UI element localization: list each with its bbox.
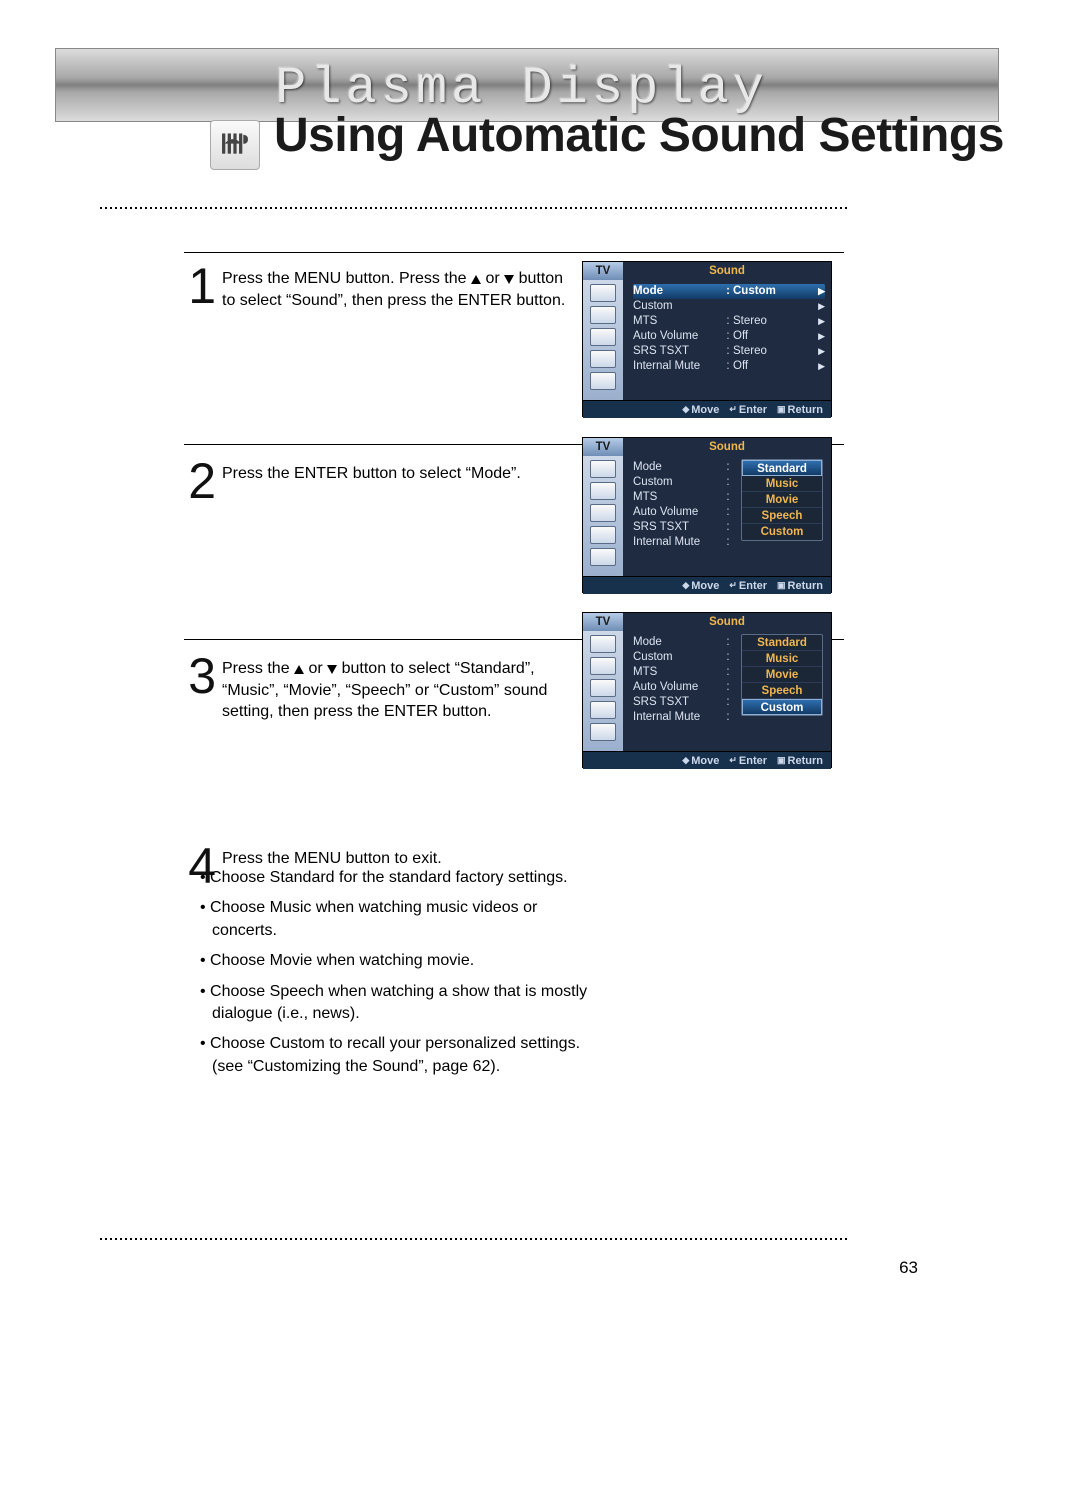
osd-rows: Mode:Custom:MTS:Auto Volume:SRS TSXT:Int… <box>623 456 831 576</box>
section-rule <box>184 252 844 253</box>
note-item: • Choose Music when watching music video… <box>200 897 600 942</box>
sidebar-icon <box>590 460 616 478</box>
step-text: Press the MENU button. Press the or butt… <box>216 264 566 311</box>
osd-navbar: ◆Move ↵Enter ▣Return <box>583 576 831 594</box>
osd-sidebar <box>583 631 623 751</box>
page-number: 63 <box>899 1258 918 1278</box>
step-text: Press the or button to select “Standard”… <box>216 654 566 723</box>
sidebar-icon <box>590 679 616 697</box>
osd-dropdown-option: Speech <box>742 508 822 524</box>
osd-screenshot-1: TV Sound Mode:Custom▶Custom▶MTS:Stereo▶A… <box>582 261 832 417</box>
sidebar-icon <box>590 504 616 522</box>
osd-navbar: ◆Move ↵Enter ▣Return <box>583 751 831 769</box>
page-title: Using Automatic Sound Settings <box>274 108 1004 163</box>
step-number: 3 <box>184 654 216 699</box>
music-note-icon <box>210 120 260 170</box>
step-number: 1 <box>184 264 216 309</box>
sidebar-icon <box>590 328 616 346</box>
note-item: • Choose Custom to recall your personali… <box>200 1033 600 1078</box>
osd-dropdown-option: Movie <box>742 667 822 683</box>
osd-row: Custom▶ <box>633 299 825 314</box>
note-item: • Choose Standard for the standard facto… <box>200 867 600 889</box>
osd-rows: Mode:Custom▶Custom▶MTS:Stereo▶Auto Volum… <box>623 280 831 400</box>
note-item: • Choose Speech when watching a show tha… <box>200 981 600 1026</box>
osd-tv-label: TV <box>583 438 623 456</box>
page: Plasma Display Using Automatic Sound Set… <box>0 0 1080 1494</box>
osd-row: Auto Volume:Off▶ <box>633 329 825 344</box>
osd-rows: Mode:Custom:MTS:Auto Volume:SRS TSXT:Int… <box>623 631 831 751</box>
sidebar-icon <box>590 306 616 324</box>
osd-tv-label: TV <box>583 613 623 631</box>
osd-dropdown-option: Music <box>742 476 822 492</box>
osd-dropdown-option: Movie <box>742 492 822 508</box>
osd-tv-label: TV <box>583 262 623 280</box>
step-number: 2 <box>184 459 216 504</box>
osd-sidebar <box>583 456 623 576</box>
note-item: • Choose Movie when watching movie. <box>200 950 600 972</box>
sidebar-icon <box>590 701 616 719</box>
osd-title: Sound <box>623 613 831 631</box>
osd-dropdown-option: Standard <box>742 635 822 651</box>
osd-navbar: ◆Move ↵Enter ▣Return <box>583 400 831 418</box>
dotted-separator <box>100 1238 854 1242</box>
osd-dropdown-option: Speech <box>742 683 822 699</box>
osd-row: Internal Mute:Off▶ <box>633 359 825 374</box>
step-text: Press the ENTER button to select “Mode”. <box>216 459 566 485</box>
dotted-separator <box>100 207 854 211</box>
sidebar-icon <box>590 482 616 500</box>
notes-list: • Choose Standard for the standard facto… <box>200 867 600 1086</box>
sidebar-icon <box>590 548 616 566</box>
sidebar-icon <box>590 350 616 368</box>
osd-dropdown-option: Standard <box>742 460 822 476</box>
osd-dropdown: StandardMusicMovieSpeechCustom <box>741 634 823 716</box>
down-triangle-icon <box>504 275 514 284</box>
down-triangle-icon <box>327 665 337 674</box>
sidebar-icon <box>590 284 616 302</box>
osd-title: Sound <box>623 438 831 456</box>
sidebar-icon <box>590 657 616 675</box>
osd-row: SRS TSXT:Stereo▶ <box>633 344 825 359</box>
osd-dropdown-option: Custom <box>742 699 822 715</box>
up-triangle-icon <box>471 275 481 284</box>
osd-dropdown-option: Music <box>742 651 822 667</box>
osd-screenshot-3: TV Sound Mode:Custom:MTS:Auto Volume:SRS… <box>582 612 832 768</box>
sidebar-icon <box>590 635 616 653</box>
osd-row: Mode:Custom▶ <box>633 284 825 299</box>
osd-sidebar <box>583 280 623 400</box>
osd-row: MTS:Stereo▶ <box>633 314 825 329</box>
sidebar-icon <box>590 526 616 544</box>
sidebar-icon <box>590 723 616 741</box>
up-triangle-icon <box>294 665 304 674</box>
sidebar-icon <box>590 372 616 390</box>
osd-title: Sound <box>623 262 831 280</box>
osd-dropdown: StandardMusicMovieSpeechCustom <box>741 459 823 541</box>
step-text: Press the MENU button to exit. <box>216 844 566 870</box>
osd-screenshot-2: TV Sound Mode:Custom:MTS:Auto Volume:SRS… <box>582 437 832 593</box>
osd-dropdown-option: Custom <box>742 524 822 540</box>
